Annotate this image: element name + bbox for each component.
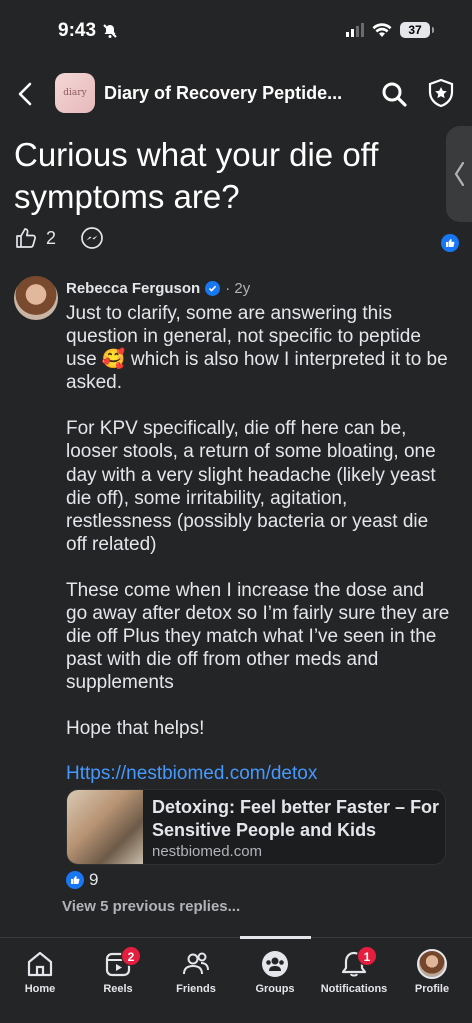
wifi-icon <box>372 22 392 37</box>
friends-icon <box>183 952 209 975</box>
comment-age: · 2y <box>225 280 251 297</box>
like-reaction-icon <box>66 871 84 889</box>
reels-badge: 2 <box>121 946 141 966</box>
tab-label: Reels <box>103 983 133 995</box>
groups-icon <box>262 951 288 977</box>
admin-badge-icon[interactable] <box>426 78 456 108</box>
tab-friends[interactable]: Friends <box>156 946 236 995</box>
tab-notifications[interactable]: 1 Notifications <box>314 946 394 995</box>
post-reactions: 2 <box>14 226 104 250</box>
tab-home[interactable]: Home <box>0 946 80 995</box>
comment-reactions[interactable]: 9 <box>66 870 98 890</box>
profile-avatar <box>417 949 447 979</box>
tab-groups[interactable]: Groups <box>235 946 315 995</box>
link-preview-image <box>67 790 143 864</box>
comment-like-count: 9 <box>89 870 99 889</box>
time-text: 9:43 <box>58 20 97 41</box>
link-preview-domain: nestbiomed.com <box>152 843 263 860</box>
tab-label: Friends <box>176 983 216 995</box>
home-icon <box>27 951 53 977</box>
messenger-icon[interactable] <box>80 226 104 250</box>
group-thumbnail[interactable]: diary <box>55 73 95 113</box>
back-arrow-icon[interactable] <box>12 78 40 110</box>
post-title: Curious what your die off symptoms are? <box>14 136 379 215</box>
post-like-count: 2 <box>46 227 57 248</box>
tab-label: Home <box>24 983 56 995</box>
comment-link[interactable]: Https://nestbiomed.com/detox <box>66 763 317 785</box>
like-outline-icon[interactable] <box>14 226 38 250</box>
comment-body: Just to clarify, some are answering this… <box>66 302 450 764</box>
group-thumb-text: diary <box>63 88 87 98</box>
tab-profile[interactable]: Profile <box>392 946 472 995</box>
tab-label: Notifications <box>320 983 388 995</box>
bottom-tab-bar: Home 2 Reels Friends Groups 1 Notificati… <box>0 936 472 1023</box>
comment-author-line: Rebecca Ferguson · 2y <box>66 280 250 297</box>
notifications-badge: 1 <box>357 946 377 966</box>
link-preview-title: Detoxing: Feel better Faster – For Sensi… <box>152 797 440 840</box>
tab-reels[interactable]: 2 Reels <box>78 946 158 995</box>
comment-paragraph: Just to clarify, some are answering this… <box>66 303 448 394</box>
comment-paragraph: For KPV specifically, die off here can b… <box>66 418 436 555</box>
comment-paragraph: These come when I increase the dose and … <box>66 579 450 694</box>
search-icon[interactable] <box>380 80 408 108</box>
status-bar: 9:43 37 <box>0 0 472 62</box>
side-panel-handle[interactable] <box>446 126 472 222</box>
status-time: 9:43 <box>58 20 118 42</box>
group-name[interactable]: Diary of Recovery Peptide... <box>104 83 342 104</box>
chevron-left-icon <box>454 161 465 187</box>
tab-label: Profile <box>414 983 450 995</box>
verified-badge-icon <box>205 281 221 296</box>
commenter-avatar[interactable] <box>14 276 58 320</box>
bell-muted-icon <box>103 24 117 38</box>
view-previous-replies[interactable]: View 5 previous replies... <box>62 898 240 915</box>
link-preview-card[interactable]: Detoxing: Feel better Faster – For Sensi… <box>66 789 446 865</box>
group-header: diary Diary of Recovery Peptide... <box>0 66 472 122</box>
comment-paragraph: Hope that helps! <box>66 718 205 740</box>
tab-label: Groups <box>255 983 295 995</box>
floating-like-icon <box>441 234 459 252</box>
active-tab-indicator <box>240 936 311 939</box>
battery-icon: 37 <box>400 22 434 38</box>
comment-author[interactable]: Rebecca Ferguson <box>66 280 200 297</box>
signal-icon <box>346 23 364 37</box>
